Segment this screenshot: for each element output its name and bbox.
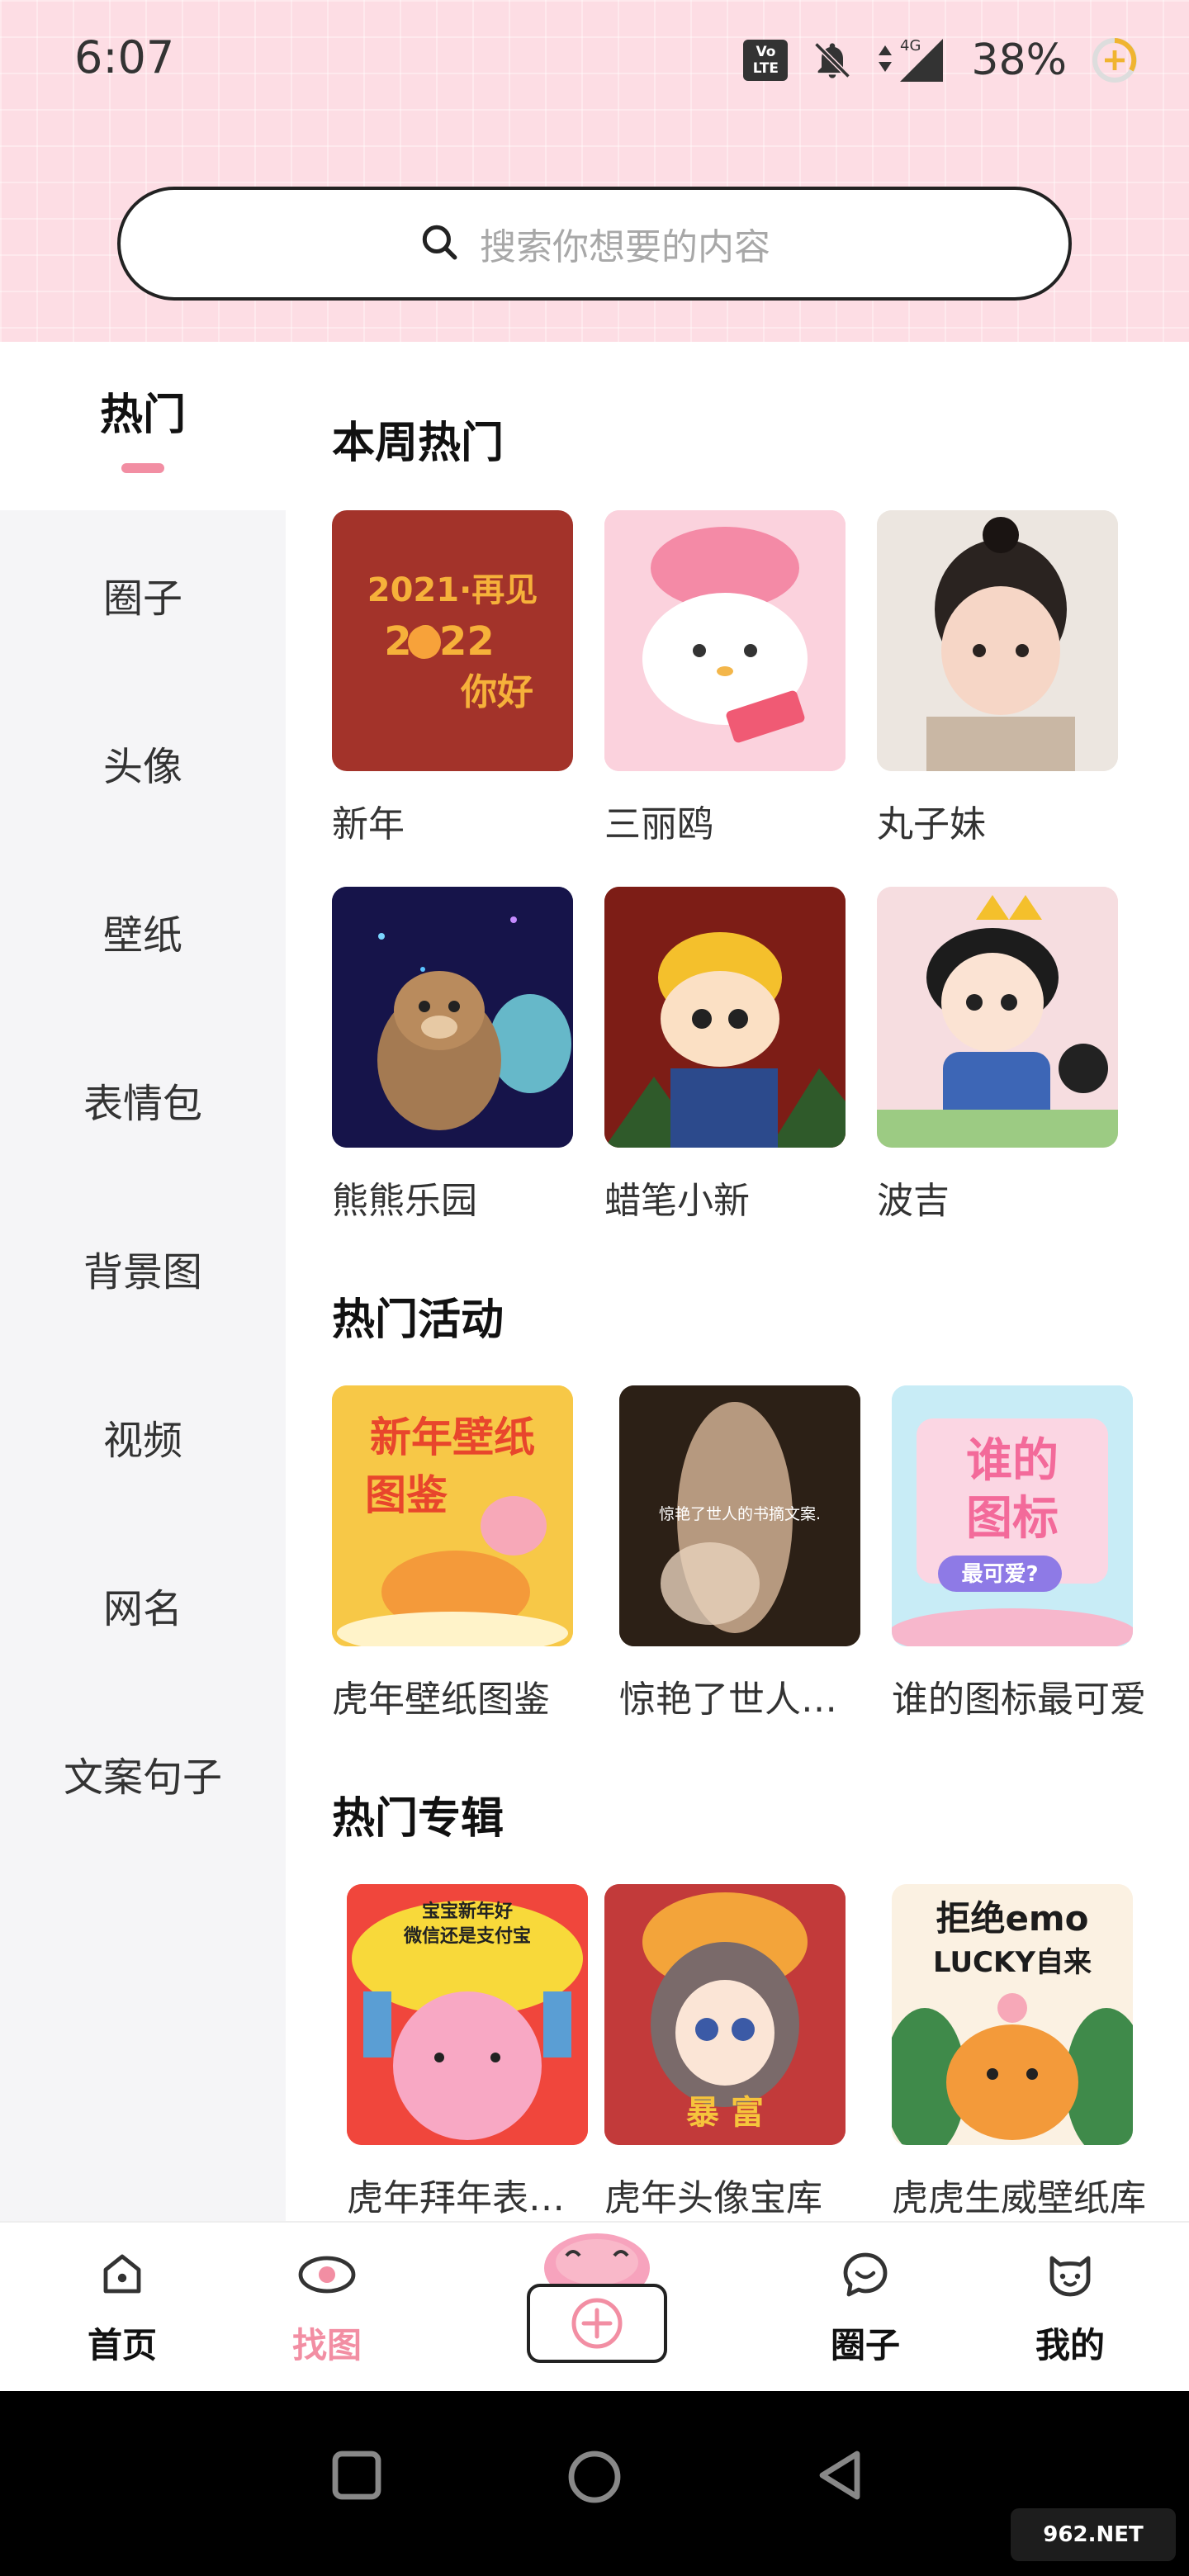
card-caption: 虎年壁纸图鉴 <box>332 1679 550 1721</box>
status-time: 6:07 <box>74 31 175 83</box>
event-card[interactable]: 新年壁纸 图鉴 虎年壁纸图鉴 <box>332 1385 573 1722</box>
album1-text-1: 宝宝新年好 <box>422 1901 513 1922</box>
newyear-text-1: 2021·再见 <box>367 571 538 609</box>
home-icon <box>96 2248 149 2304</box>
sidebar-item-quotes[interactable]: 文案句子 <box>0 1689 286 1858</box>
status-bar: 6:07 Vo LTE 4G 38% <box>0 0 1189 116</box>
nav-home[interactable]: 首页 <box>40 2223 205 2393</box>
album-card[interactable]: 拒绝emo LUCKY自来 虎虎生威壁纸库 <box>892 1884 1146 2221</box>
album1-text-2: 微信还是支付宝 <box>403 1925 531 1947</box>
weekly-thumb-sanrio <box>604 510 846 771</box>
nav-circle-label: 圈子 <box>830 2324 900 2365</box>
search-input[interactable]: 搜索你想要的内容 <box>117 187 1072 301</box>
home-circle-icon[interactable] <box>565 2447 624 2510</box>
event1-text-2: 图鉴 <box>365 1471 448 1519</box>
event-card[interactable]: 惊艳了世人的书摘文案. 惊艳了世人的... <box>619 1385 860 1722</box>
battery-charging-icon <box>1090 36 1139 85</box>
network-label: 4G <box>900 37 921 54</box>
weekly-card[interactable]: 2021·再见 2022 你好 新年 <box>332 510 573 847</box>
album2-text: 暴 富 <box>686 2094 764 2132</box>
recents-icon[interactable] <box>329 2447 385 2507</box>
card-caption: 三丽鸥 <box>604 803 713 845</box>
card-caption: 谁的图标最可爱 <box>892 1679 1146 1721</box>
event3-text-3: 最可爱? <box>961 1562 1038 1587</box>
weekly-thumb-bojji <box>877 887 1118 1148</box>
card-caption: 虎年头像宝库 <box>604 2177 822 2219</box>
volte-icon: Vo LTE <box>743 40 789 81</box>
weekly-thumb-girl <box>877 510 1118 771</box>
system-nav-bar: 962.NET <box>0 2391 1189 2576</box>
event3-text-1: 谁的 <box>966 1434 1059 1488</box>
card-caption: 虎年拜年表情库 <box>347 2177 588 2219</box>
card-caption: 丸子妹 <box>877 803 986 845</box>
weekly-thumb-newyear: 2021·再见 2022 你好 <box>332 510 573 771</box>
event-card[interactable]: 谁的 图标 最可爱? 谁的图标最可爱 <box>892 1385 1146 1722</box>
weekly-card[interactable]: 蜡笔小新 <box>604 887 846 1224</box>
volte-line2: LTE <box>752 60 779 77</box>
sidebar-item-circle[interactable]: 圈子 <box>0 510 286 679</box>
weekly-thumb-shinchan <box>604 887 846 1148</box>
nav-mine[interactable]: 我的 <box>988 2223 1153 2393</box>
cat-face-icon <box>1044 2248 1097 2304</box>
album-thumb-tiger-wallpaper: 拒绝emo LUCKY自来 <box>892 1884 1133 2145</box>
event2-text: 惊艳了世人的书摘文案. <box>659 1505 821 1523</box>
back-triangle-icon[interactable] <box>811 2446 870 2508</box>
album-card[interactable]: 宝宝新年好 微信还是支付宝 虎年拜年表情库 <box>347 1884 588 2221</box>
card-caption: 惊艳了世人的... <box>619 1679 860 1721</box>
album-card[interactable]: 暴 富 虎年头像宝库 <box>604 1884 846 2221</box>
card-caption: 虎虎生威壁纸库 <box>892 2177 1146 2219</box>
sidebar-item-avatar[interactable]: 头像 <box>0 679 286 847</box>
nav-circle[interactable]: 圈子 <box>783 2223 948 2393</box>
search-placeholder: 搜索你想要的内容 <box>480 226 770 268</box>
nav-mine-label: 我的 <box>1035 2324 1105 2365</box>
newyear-text-3: 你好 <box>460 671 533 713</box>
nav-find-label: 找图 <box>291 2324 362 2365</box>
site-watermark: 962.NET <box>1011 2508 1176 2561</box>
event3-text-2: 图标 <box>966 1492 1059 1546</box>
sidebar-item-label: 热门 <box>99 390 186 440</box>
event-thumb-tiger-wallpaper: 新年壁纸 图鉴 <box>332 1385 573 1646</box>
signal-icon: 4G <box>877 36 948 85</box>
nav-find[interactable]: 找图 <box>244 2223 410 2393</box>
album-thumb-tiger-avatar: 暴 富 <box>604 1884 846 2145</box>
card-caption: 熊熊乐园 <box>332 1180 477 1222</box>
sidebar-item-wallpaper[interactable]: 壁纸 <box>0 847 286 1016</box>
event-thumb-cute-icons: 谁的 图标 最可爱? <box>892 1385 1133 1646</box>
sidebar-item-emoji[interactable]: 表情包 <box>0 1016 286 1184</box>
weekly-card[interactable]: 熊熊乐园 <box>332 887 573 1224</box>
weekly-hot-title: 本周热门 <box>332 419 504 468</box>
weekly-card[interactable]: 三丽鸥 <box>604 510 846 847</box>
sidebar-item-background[interactable]: 背景图 <box>0 1184 286 1352</box>
event-thumb-quotes: 惊艳了世人的书摘文案. <box>619 1385 860 1646</box>
sidebar-item-hot[interactable]: 热门 <box>0 342 286 510</box>
search-icon <box>419 221 460 266</box>
card-caption: 波吉 <box>877 1180 950 1222</box>
volte-line1: Vo <box>756 44 776 60</box>
card-caption: 新年 <box>332 803 405 845</box>
battery-percent: 38% <box>971 36 1067 85</box>
eye-icon <box>296 2248 358 2304</box>
event1-text-1: 新年壁纸 <box>370 1413 535 1461</box>
album-thumb-greeting-stickers: 宝宝新年好 微信还是支付宝 <box>347 1884 588 2145</box>
sidebar-item-video[interactable]: 视频 <box>0 1352 286 1521</box>
bell-off-icon <box>811 39 854 82</box>
album3-text-1: 拒绝emo <box>936 1898 1088 1939</box>
add-post-button[interactable] <box>525 2223 669 2365</box>
hot-events-title: 热门活动 <box>332 1295 504 1345</box>
nav-home-label: 首页 <box>87 2324 157 2365</box>
weekly-card[interactable]: 波吉 <box>877 887 1118 1224</box>
hot-albums-title: 热门专辑 <box>332 1794 504 1844</box>
chat-bubble-icon <box>839 2248 892 2304</box>
sidebar-item-nickname[interactable]: 网名 <box>0 1521 286 1689</box>
header: 6:07 Vo LTE 4G 38% 搜索你想要的内容 <box>0 0 1189 342</box>
album3-text-2: LUCKY自来 <box>933 1946 1092 1979</box>
weekly-thumb-bears <box>332 887 573 1148</box>
weekly-card[interactable]: 丸子妹 <box>877 510 1118 847</box>
active-indicator <box>121 462 164 473</box>
status-icons: Vo LTE 4G 38% <box>743 31 1139 89</box>
card-caption: 蜡笔小新 <box>604 1180 750 1222</box>
